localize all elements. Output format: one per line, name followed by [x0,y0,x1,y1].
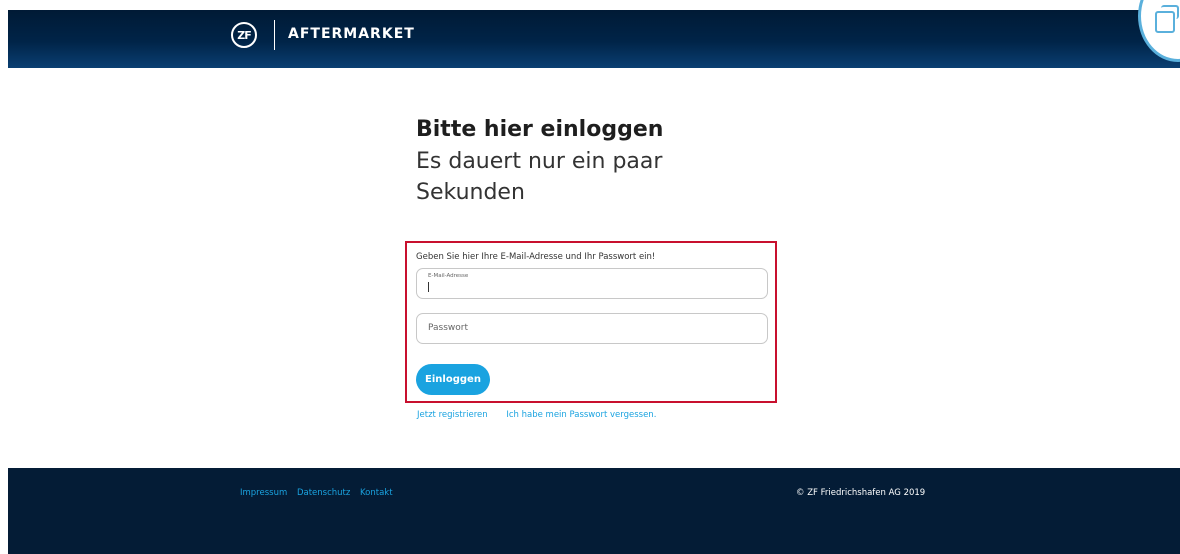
footer-links: Impressum Datenschutz Kontakt [240,488,400,498]
footer-link-kontakt[interactable]: Kontakt [360,488,393,498]
footer-link-impressum[interactable]: Impressum [240,488,287,498]
zf-logo-icon[interactable]: ZF [231,22,257,48]
email-input[interactable] [428,281,748,295]
footer-link-datenschutz[interactable]: Datenschutz [297,488,350,498]
logo-divider [274,20,275,50]
copyright-text: © ZF Friedrichshafen AG 2019 [796,488,926,498]
account-links: Jetzt registrieren Ich habe mein Passwor… [417,410,672,420]
login-form: Geben Sie hier Ihre E-Mail-Adresse und I… [405,241,777,403]
page-subtitle: Es dauert nur ein paar Sekunden [416,149,663,205]
forgot-password-link[interactable]: Ich habe mein Passwort vergessen. [506,410,656,420]
page-frame: ZF AFTERMARKET Bitte hier einloggen Es d… [8,10,1180,554]
email-label: E-Mail-Adresse [428,273,469,279]
text-caret [428,282,429,292]
header-bar: ZF AFTERMARKET [8,10,1180,68]
document-icon-front [1155,11,1175,33]
login-button[interactable]: Einloggen [416,364,490,395]
footer: Impressum Datenschutz Kontakt © ZF Fried… [8,468,1180,554]
register-link[interactable]: Jetzt registrieren [417,410,488,420]
password-placeholder: Passwort [428,323,469,333]
page-title: Bitte hier einloggen [416,117,664,142]
login-heading: Bitte hier einloggen Es dauert nur ein p… [416,114,686,208]
email-field[interactable]: E-Mail-Adresse [416,268,768,299]
logo-text[interactable]: AFTERMARKET [288,26,415,42]
form-instruction: Geben Sie hier Ihre E-Mail-Adresse und I… [416,252,656,262]
password-field[interactable]: Passwort [416,313,768,344]
